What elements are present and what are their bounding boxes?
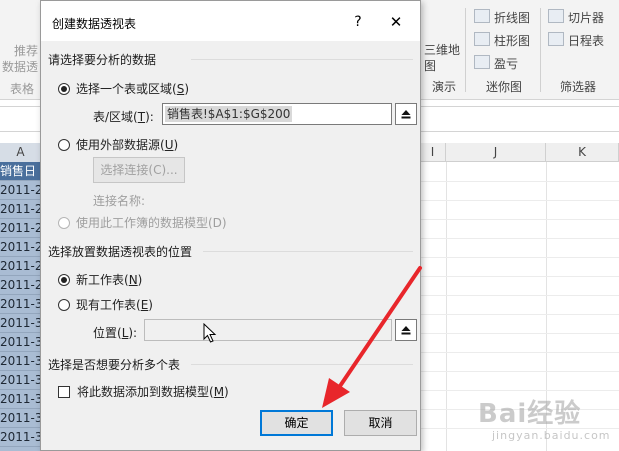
gridline [420,390,619,391]
column-header-a[interactable]: A [0,143,42,162]
radio-select-range-dot[interactable] [58,82,70,95]
checkbox-add-data-model[interactable]: 将此数据添加到数据模型(M) [58,383,229,400]
table-cell[interactable]: 2011-2- [0,181,42,200]
ribbon-group-demo: 演示 [432,80,457,94]
cancel-button[interactable]: 取消 [344,410,417,436]
range-input-value: 销售表!$A$1:$G$200 [165,106,293,122]
ribbon-group-sparklines: 迷你图 [486,80,523,94]
line-sparkline-icon [474,9,490,23]
gridline [420,257,619,258]
section-divider [203,251,413,252]
radio-external-source-label: 使用外部数据源(U) [76,138,179,152]
cell-a-header[interactable]: 销售日 [0,162,42,181]
radio-data-model[interactable]: 使用此工作簿的数据模型(D) [58,214,227,231]
ribbon-sparkline-line[interactable]: 折线图 [494,9,530,26]
gridline [420,352,619,353]
range-input[interactable]: 销售表!$A$1:$G$200 [162,103,392,125]
ribbon-timeline[interactable]: 日程表 [568,32,604,49]
column-header-i[interactable]: I [420,143,446,162]
table-cell[interactable]: 2011-3- [0,428,42,447]
watermark-url: jingyan.baidu.com [492,429,611,442]
ribbon-separator [465,8,466,92]
range-label: 表/区域(T): [93,110,154,124]
location-collapse-button[interactable] [395,319,417,341]
table-cell[interactable]: 2011-3- [0,390,42,409]
table-cell[interactable]: 2011-3- [0,295,42,314]
location-input[interactable] [144,319,392,341]
close-button[interactable]: ✕ [385,11,407,33]
table-cell[interactable]: 2011-2- [0,257,42,276]
gridline [420,181,619,182]
winloss-sparkline-icon [474,55,490,69]
ribbon-label-recommend: 推荐 [14,44,39,58]
radio-existing-worksheet-label: 现有工作表(E) [76,298,153,312]
section-divider [191,364,413,365]
gridline [420,314,619,315]
radio-data-model-dot[interactable] [58,216,70,229]
radio-new-worksheet[interactable]: 新工作表(N) [58,271,142,288]
gridline [420,219,619,220]
connection-name-label: 连接名称: [93,194,146,208]
table-cell[interactable]: 2011-2- [0,276,42,295]
radio-new-worksheet-label: 新工作表(N) [76,273,143,287]
ribbon-separator [540,8,541,92]
table-cell[interactable]: 2011-3- [0,371,42,390]
ribbon-3d-map-button[interactable]: 三维地图 [424,42,464,74]
checkbox-add-data-model-label: 将此数据添加到数据模型(M) [77,385,229,399]
choose-connection-button[interactable]: 选择连接(C)... [93,157,185,183]
timeline-icon [548,32,564,46]
ok-button[interactable]: 确定 [260,410,333,436]
ribbon-group-filters: 筛选器 [560,80,597,94]
ribbon-slicer[interactable]: 切片器 [568,9,604,26]
watermark-logo: Bai经验 [478,399,582,429]
radio-select-range-label: 选择一个表或区域(S) [76,82,189,96]
create-pivottable-dialog: 创建数据透视表 ? ✕ 请选择要分析的数据 选择一个表或区域(S) 表/区域(T… [40,0,421,451]
table-cell[interactable]: 2011-3- [0,333,42,352]
section-multiple-tables: 选择是否想要分析多个表 [48,358,181,372]
ribbon-group-tables: 表格 [10,82,35,96]
gridline [420,238,619,239]
collapse-dialog-icon [401,110,411,119]
gridline [420,276,619,277]
table-cell[interactable]: 2011-3- [0,409,42,428]
column-sparkline-icon [474,32,490,46]
radio-select-range[interactable]: 选择一个表或区域(S) [58,80,189,97]
location-label: 位置(L): [93,326,138,340]
radio-data-model-label: 使用此工作簿的数据模型(D) [76,216,227,230]
gridline [446,162,447,451]
radio-external-source-dot[interactable] [58,138,70,151]
gridline [420,295,619,296]
ribbon-label-pivot: 数据透 [2,60,39,74]
radio-existing-worksheet-dot[interactable] [58,298,70,311]
dialog-titlebar[interactable]: 创建数据透视表 ? ✕ [41,1,420,41]
gridline [420,371,619,372]
help-button[interactable]: ? [347,11,369,33]
section-divider [191,59,413,60]
section-choose-location: 选择放置数据透视表的位置 [48,245,193,259]
table-cell[interactable]: 2011-3- [0,314,42,333]
table-cell[interactable]: 2011-3- [0,352,42,371]
radio-new-worksheet-dot[interactable] [58,273,70,286]
column-header-j[interactable]: J [446,143,546,162]
slicer-icon [548,9,564,23]
ribbon-sparkline-column[interactable]: 柱形图 [494,32,530,49]
checkbox-add-data-model-box[interactable] [58,385,70,398]
range-collapse-button[interactable] [395,103,417,125]
baidu-jingyan-watermark: Bai经验 jingyan.baidu.com [478,393,618,449]
collapse-dialog-icon [401,326,411,335]
radio-external-source[interactable]: 使用外部数据源(U) [58,136,178,153]
radio-existing-worksheet[interactable]: 现有工作表(E) [58,296,153,313]
column-a-selection[interactable]: 销售日 2011-2- 2011-2- 2011-2- 2011-2- 2011… [0,162,42,451]
table-cell[interactable]: 2011-2- [0,238,42,257]
column-header-k[interactable]: K [546,143,619,162]
mouse-cursor-icon [203,323,217,343]
table-cell[interactable]: 2011-2- [0,219,42,238]
ribbon-sparkline-winloss[interactable]: 盈亏 [494,55,518,72]
dialog-title: 创建数据透视表 [52,17,137,31]
section-choose-data: 请选择要分析的数据 [48,53,157,67]
gridline [420,200,619,201]
table-cell[interactable]: 2011-2- [0,200,42,219]
gridline [420,333,619,334]
